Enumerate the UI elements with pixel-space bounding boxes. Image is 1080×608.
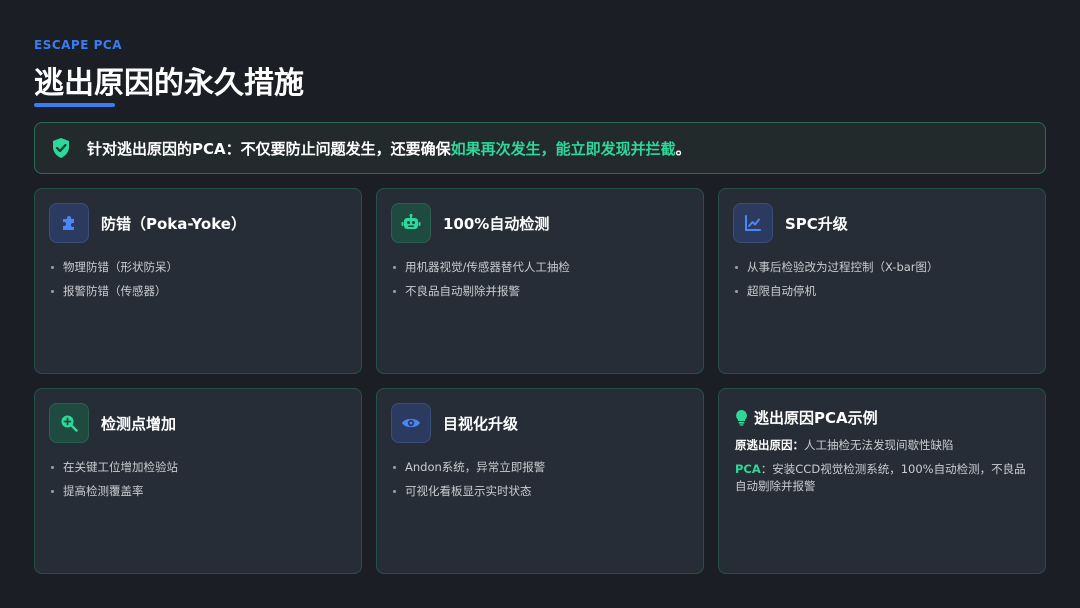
- title-underline: [34, 103, 115, 107]
- card-spc-upgrade: SPC升级 从事后检验改为过程控制（X-bar图） 超限自动停机: [718, 188, 1046, 374]
- card-pca-example: 逃出原因PCA示例 原逃出原因：人工抽检无法发现间歇性缺陷 PCA：安装CCD视…: [718, 388, 1046, 574]
- card-visual-upgrade: 目视化升级 Andon系统，异常立即报警 可视化看板显示实时状态: [376, 388, 704, 574]
- example-pca-label: PCA: [735, 462, 761, 476]
- example-pca-text: 安装CCD视觉检测系统，100%自动检测，不良品自动剔除并报警: [735, 462, 1026, 493]
- bullet-item: 可视化看板显示实时状态: [393, 479, 545, 503]
- banner-text-end: 。: [675, 139, 691, 158]
- card-title: 检测点增加: [101, 414, 177, 433]
- bullet-item: 提高检测覆盖率: [51, 479, 178, 503]
- lightbulb-icon: [735, 409, 748, 426]
- card-header: 防错（Poka-Yoke）: [49, 203, 246, 243]
- bullet-item: 超限自动停机: [735, 279, 939, 303]
- card-title: 100%自动检测: [443, 214, 550, 233]
- card-title: 目视化升级: [443, 414, 519, 433]
- example-pca: PCA：安装CCD视觉检测系统，100%自动检测，不良品自动剔除并报警: [735, 462, 1026, 493]
- card-inspection-points: 检测点增加 在关键工位增加检验站 提高检测覆盖率: [34, 388, 362, 574]
- bullet-list: 物理防错（形状防呆） 报警防错（传感器）: [51, 255, 178, 303]
- bullet-item: 用机器视觉/传感器替代人工抽检: [393, 255, 570, 279]
- bullet-list: Andon系统，异常立即报警 可视化看板显示实时状态: [393, 455, 545, 503]
- bullet-item: 报警防错（传感器）: [51, 279, 178, 303]
- card-title: SPC升级: [785, 214, 848, 233]
- banner-text: 针对逃出原因的PCA：不仅要防止问题发生，还要确保如果再次发生，能立即发现并拦截…: [87, 138, 691, 159]
- bullet-item: 在关键工位增加检验站: [51, 455, 178, 479]
- bullet-item: 不良品自动剔除并报警: [393, 279, 570, 303]
- card-title: 逃出原因PCA示例: [754, 409, 878, 427]
- card-header: 目视化升级: [391, 403, 518, 443]
- eyebrow-label: ESCAPE PCA: [34, 38, 122, 52]
- bullet-item: 物理防错（形状防呆）: [51, 255, 178, 279]
- card-poka-yoke: 防错（Poka-Yoke） 物理防错（形状防呆） 报警防错（传感器）: [34, 188, 362, 374]
- card-header: 检测点增加: [49, 403, 176, 443]
- bullet-list: 在关键工位增加检验站 提高检测覆盖率: [51, 455, 178, 503]
- bullet-item: Andon系统，异常立即报警: [393, 455, 545, 479]
- line-chart-icon: [733, 203, 773, 243]
- bullet-list: 从事后检验改为过程控制（X-bar图） 超限自动停机: [735, 255, 939, 303]
- banner-text-main: 针对逃出原因的PCA：不仅要防止问题发生，还要确保: [87, 139, 451, 158]
- search-plus-icon: [49, 403, 89, 443]
- shield-check-icon: [51, 137, 73, 159]
- bullet-list: 用机器视觉/传感器替代人工抽检 不良品自动剔除并报警: [393, 255, 570, 303]
- bullet-item: 从事后检验改为过程控制（X-bar图）: [735, 255, 939, 279]
- card-header: 100%自动检测: [391, 203, 549, 243]
- card-header: SPC升级: [733, 203, 848, 243]
- puzzle-icon: [49, 203, 89, 243]
- eye-icon: [391, 403, 431, 443]
- card-auto-inspection: 100%自动检测 用机器视觉/传感器替代人工抽检 不良品自动剔除并报警: [376, 188, 704, 374]
- card-header: 逃出原因PCA示例: [735, 407, 878, 428]
- card-title: 防错（Poka-Yoke）: [101, 214, 246, 233]
- banner-text-highlight: 如果再次发生，能立即发现并拦截: [450, 139, 676, 158]
- summary-banner: 针对逃出原因的PCA：不仅要防止问题发生，还要确保如果再次发生，能立即发现并拦截…: [34, 122, 1046, 174]
- example-original-cause: 原逃出原因：人工抽检无法发现间歇性缺陷: [735, 438, 954, 452]
- page-title: 逃出原因的永久措施: [34, 66, 304, 101]
- robot-icon: [391, 203, 431, 243]
- example-original-cause-label: 原逃出原因: [735, 438, 793, 452]
- example-original-cause-text: 人工抽检无法发现间歇性缺陷: [804, 438, 954, 452]
